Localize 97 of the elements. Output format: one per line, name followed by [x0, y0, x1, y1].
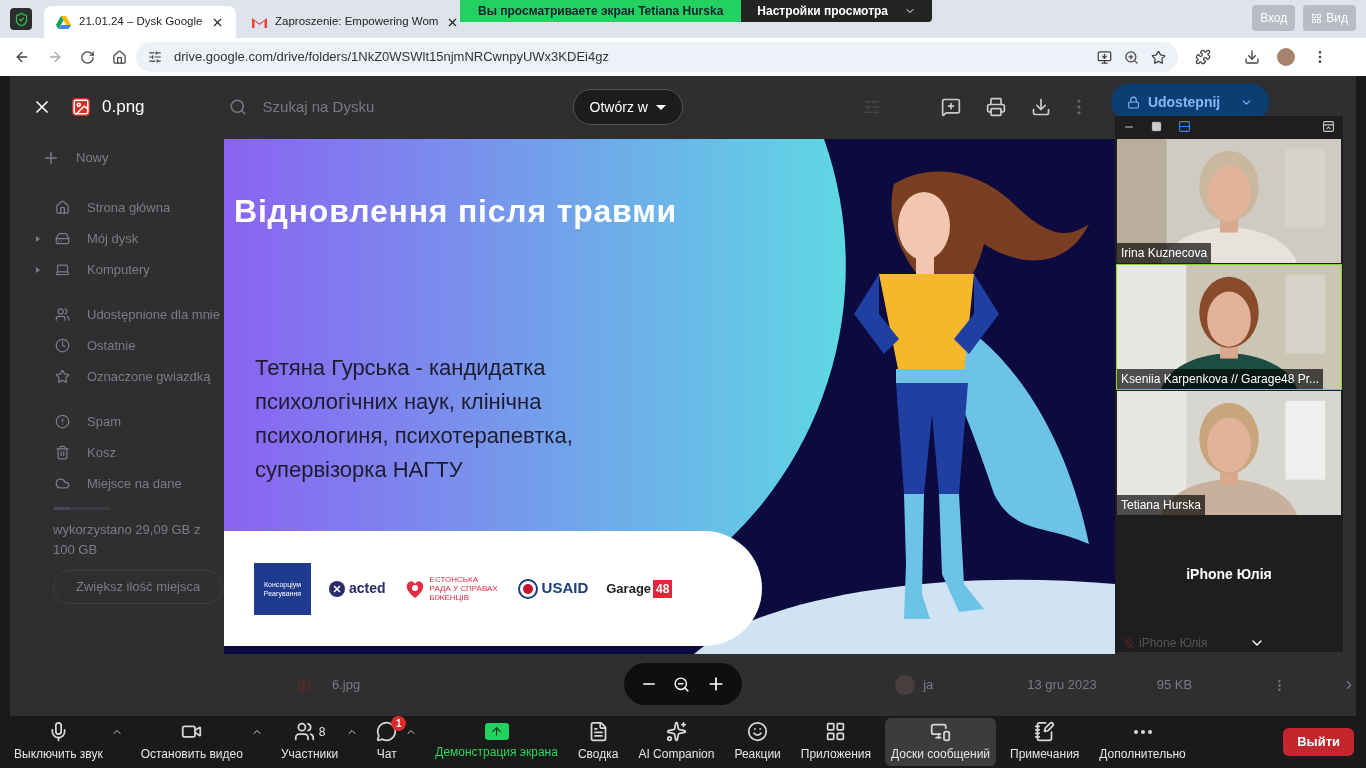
shield-icon: [13, 11, 29, 27]
unread-badge: 1: [391, 716, 407, 731]
site-settings-icon: [148, 50, 162, 64]
toolbar-button[interactable]: 1 Чат: [370, 718, 422, 766]
download-icon[interactable]: [1030, 97, 1051, 117]
chat-icon: [376, 721, 398, 742]
logo-text: Garage: [606, 579, 652, 598]
video-tile[interactable]: Kseniia Karpenkova // Garage48 Pr...: [1116, 263, 1342, 390]
url-text: drive.google.com/drive/folders/1NkZ0WSWlt15njmNRCwnpyUWx3KDEi4gz: [174, 48, 610, 67]
people-icon: [293, 721, 315, 742]
toolbar-button[interactable]: Сводка: [571, 718, 625, 766]
drive-icon: [55, 231, 70, 246]
toolbar-button[interactable]: Демонстрация экрана: [429, 718, 564, 766]
printer-icon[interactable]: [985, 97, 1006, 117]
logo-badge: 48: [653, 579, 673, 598]
owner-name: ja: [923, 676, 934, 695]
logo-text: ЕСТОНСЬКА РАДА У СПРАВАХ БІЖЕНЦІВ: [429, 575, 499, 602]
share-status-banner: Вы просматриваете экран Tetiana Hurska: [460, 0, 742, 22]
reload-icon[interactable]: [80, 49, 95, 65]
sparkle-icon: [665, 721, 687, 742]
file-size: 95 KB: [1156, 676, 1193, 695]
share-screen-icon: [484, 723, 509, 740]
back-icon[interactable]: [14, 49, 30, 65]
leave-button[interactable]: Выйти: [1283, 728, 1354, 756]
participant-count: 8: [318, 723, 326, 741]
browser-tab[interactable]: 21.01.24 – Dysk Google: [44, 6, 236, 38]
muted-mic-icon: [1123, 636, 1135, 649]
participant-name: Tetiana Hurska: [1117, 494, 1206, 515]
star-icon: [55, 369, 70, 384]
profile-avatar[interactable]: [1277, 48, 1295, 66]
extension-button[interactable]: [10, 8, 32, 30]
star-icon: [1151, 49, 1166, 65]
home-icon: [55, 200, 70, 215]
storage-text: wykorzystano 29,09 GB z 100 GB: [53, 521, 202, 559]
mail-logo-icon: [252, 16, 267, 28]
logo-text: USAID: [541, 578, 589, 599]
cloud-icon: [55, 476, 70, 491]
grid-icon: [1311, 12, 1323, 24]
tab-title: Zaproszenie: Empowering Wom: [275, 14, 439, 30]
toolbar-button[interactable]: Остановить видео: [134, 718, 267, 766]
lock-icon: [1126, 95, 1140, 109]
smiley-icon: [747, 721, 769, 742]
toolbar-button[interactable]: Приложения: [794, 718, 877, 766]
video-tile[interactable]: iPhone Юлія: [1115, 515, 1343, 634]
dropdown-triangle-icon: [655, 104, 666, 110]
acted-mark-icon: [329, 580, 345, 597]
comment-icon[interactable]: [940, 97, 961, 117]
toolbar-button[interactable]: Дополнительно: [1093, 718, 1192, 766]
expand-arrow-icon: [36, 266, 40, 273]
video-tile[interactable]: Irina Kuznecova: [1116, 137, 1342, 264]
apps-icon: [825, 721, 847, 742]
logo-text: acted: [349, 579, 386, 598]
notebook-icon: [1034, 721, 1056, 742]
image-file-icon: [297, 677, 312, 693]
expand-arrow-icon: [36, 235, 40, 242]
tab-title: 21.01.24 – Dysk Google: [79, 14, 203, 30]
view-settings-button[interactable]: Настройки просмотра: [741, 0, 932, 22]
magnifier-icon[interactable]: [673, 675, 691, 693]
corner-icon[interactable]: [1322, 120, 1335, 134]
participant-name: Irina Kuznecova: [1117, 242, 1212, 263]
toolbar-button[interactable]: Реакции: [728, 718, 787, 766]
modified-date: 13 gru 2023: [1027, 676, 1097, 695]
owner-avatar: [895, 675, 916, 695]
video-tile[interactable]: Tetiana Hurska: [1116, 389, 1342, 516]
toolbar-button[interactable]: 8 Участники: [274, 718, 363, 766]
open-with-button[interactable]: Otwórz w: [572, 89, 683, 125]
screen-icon: [930, 721, 952, 742]
clock-icon: [55, 338, 70, 353]
seal-icon: [517, 578, 538, 599]
home-icon[interactable]: [112, 49, 127, 65]
trash-icon: [55, 445, 70, 460]
toolbar-button[interactable]: Выключить звук: [8, 718, 127, 766]
participant-name: iPhone Юлія: [1186, 565, 1272, 585]
computer-icon: [55, 262, 70, 277]
toolbar-button[interactable]: AI Companion: [632, 718, 721, 766]
more-icon: [1133, 729, 1152, 734]
file-name: 0.png: [102, 96, 145, 119]
plus-icon: [42, 149, 60, 167]
zoom-icon: [1124, 49, 1139, 65]
tile-view-icon[interactable]: [1151, 121, 1162, 133]
slide-body: Тетяна Гурська - кандидатка психологічних наук, клінічна психологиня, психотерапевтка, супервізорка НАГТУ: [255, 354, 574, 484]
drive-logo-icon: [56, 15, 71, 29]
file-name: 6.jpg: [331, 676, 361, 695]
extensions-icon[interactable]: [1195, 49, 1211, 65]
slide-title: Відновлення після травми: [234, 192, 678, 231]
image-file-icon: [72, 98, 90, 116]
address-field[interactable]: drive.google.com/drive/folders/1NkZ0WSWlt15njmNRCwnpyUWx3KDEi4gz: [136, 42, 1178, 72]
download-icon[interactable]: [1244, 49, 1260, 65]
search-icon: [228, 98, 247, 116]
alert-icon: [55, 414, 70, 429]
toolbar-button[interactable]: Доски сообщений: [885, 718, 997, 766]
toolbar-button[interactable]: Примечания: [1004, 718, 1086, 766]
stacked-view-icon[interactable]: [1178, 120, 1191, 134]
participant-name: Kseniia Karpenkova // Garage48 Pr...: [1117, 368, 1324, 389]
install-icon: [1097, 49, 1112, 65]
sliders-icon: [862, 98, 881, 116]
people-icon: [55, 307, 70, 322]
